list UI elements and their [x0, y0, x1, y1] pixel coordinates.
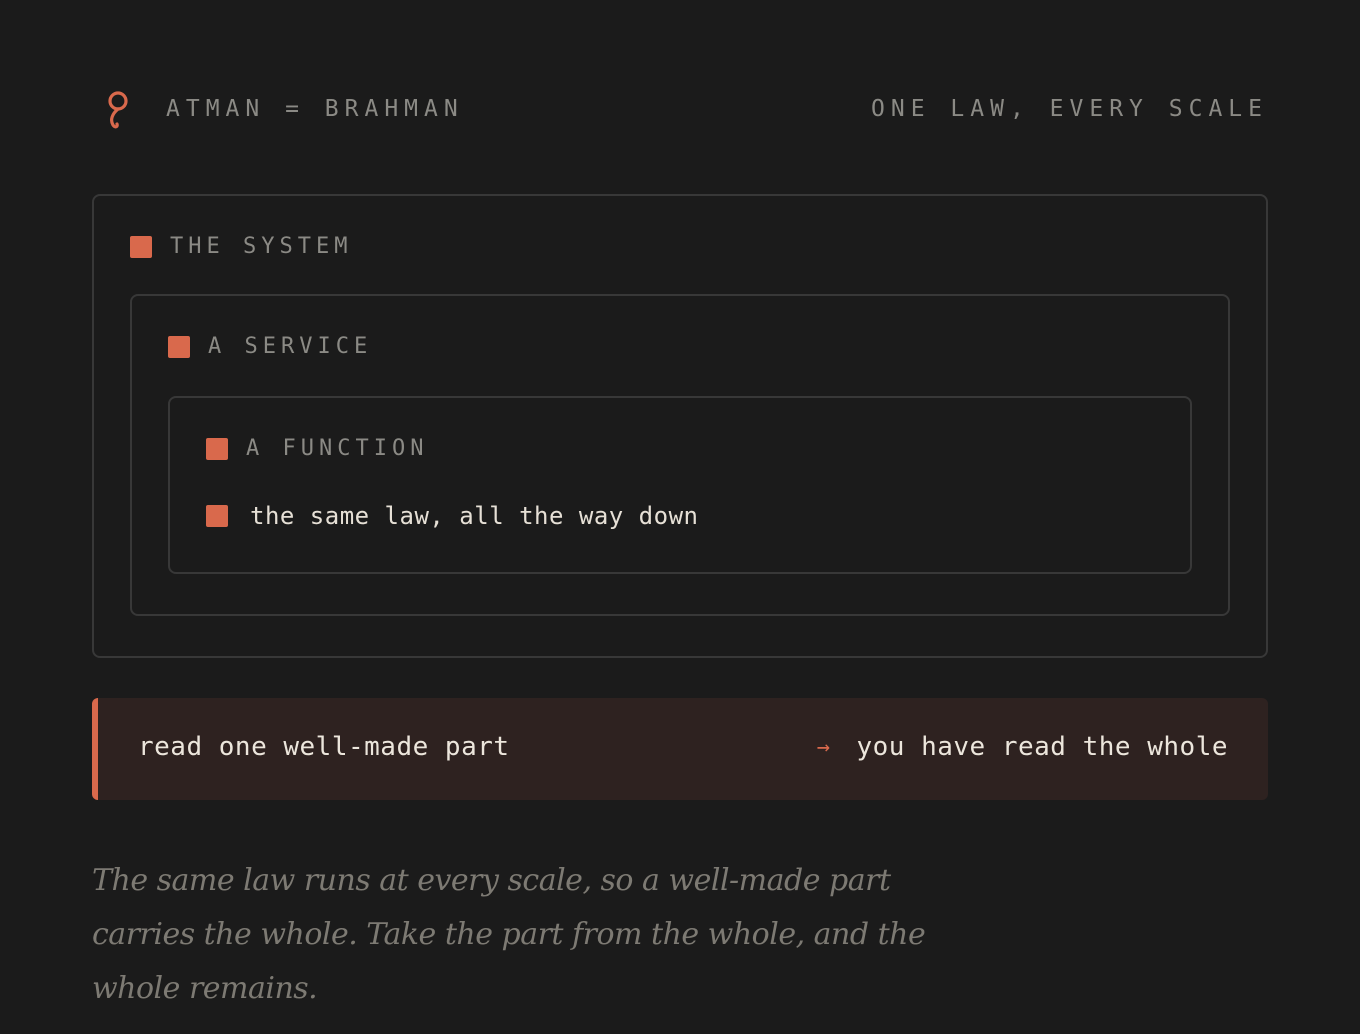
- square-marker-icon: [206, 505, 228, 527]
- function-label: A FUNCTION: [206, 436, 428, 461]
- function-box: [168, 396, 1192, 574]
- tagline: ONE LAW, EVERY SCALE: [871, 96, 1268, 122]
- caption: The same law runs at every scale, so a w…: [92, 863, 926, 1006]
- banner-right-text: you have read the whole: [856, 732, 1228, 762]
- ouroboros-glyph-icon: [108, 91, 128, 129]
- service-label: A SERVICE: [168, 334, 372, 359]
- banner-right: → you have read the whole: [817, 732, 1228, 762]
- square-marker-icon: [168, 335, 190, 358]
- square-marker-icon: [206, 437, 228, 460]
- system-label: THE SYSTEM: [130, 234, 352, 259]
- brand-title: ATMAN = BRAHMAN: [166, 96, 464, 122]
- banner-accent-bar: [92, 698, 98, 800]
- header: ATMAN = BRAHMAN ONE LAW, EVERY SCALE: [92, 86, 1268, 130]
- banner-left-text: read one well-made part: [138, 732, 510, 762]
- function-label-text: A FUNCTION: [246, 436, 429, 461]
- summary-banner: read one well-made part → you have read …: [92, 698, 1268, 800]
- service-label-text: A SERVICE: [208, 334, 373, 359]
- square-marker-icon: [130, 235, 152, 258]
- innermost-law-text: the same law, all the way down: [250, 502, 699, 530]
- arrow-right-icon: →: [816, 734, 831, 760]
- system-label-text: THE SYSTEM: [170, 234, 353, 259]
- innermost-law: the same law, all the way down: [206, 502, 698, 530]
